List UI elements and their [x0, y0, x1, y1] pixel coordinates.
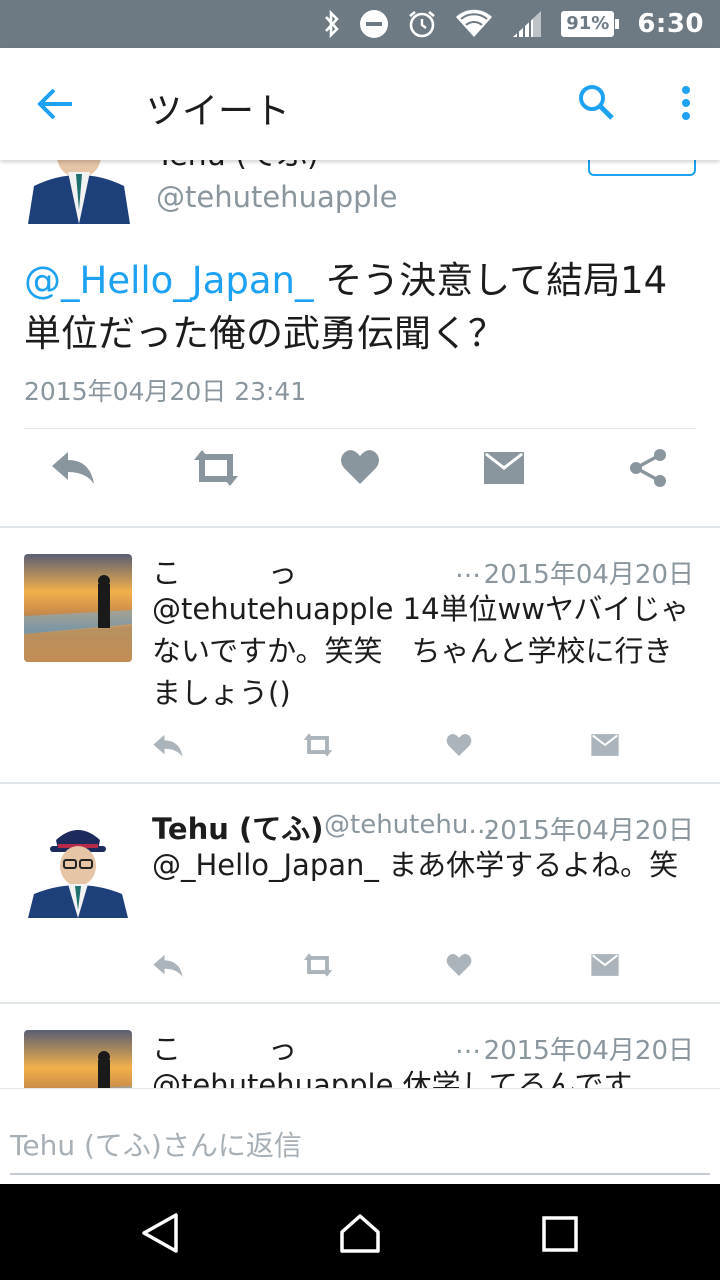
reply-date: 2015年04月20日 [483, 816, 694, 846]
app-bar: ツイート [0, 48, 720, 160]
search-icon[interactable] [576, 82, 616, 122]
like-icon[interactable] [446, 952, 472, 982]
reply-input[interactable] [10, 1117, 710, 1175]
main-tweet-name: Tehu (てふ) [156, 160, 319, 174]
follow-button[interactable] [588, 160, 696, 176]
page-title: ツイート [146, 91, 291, 132]
wifi-icon [455, 9, 493, 39]
reply-name: Tehu (てふ) [152, 812, 324, 846]
battery-level: 91% [561, 11, 615, 37]
reply-text: @_Hello_Japan_ まあ休学するよね。笑 [152, 848, 679, 882]
reply-text: @tehutehuapple 14単位wwヤバイじゃないですか。笑笑 ちゃんと学… [152, 592, 690, 710]
message-icon[interactable] [482, 450, 526, 490]
battery-icon: 91% [561, 11, 620, 37]
avatar[interactable] [24, 554, 132, 662]
nav-back-icon[interactable] [140, 1212, 180, 1258]
like-icon[interactable] [446, 732, 472, 762]
back-arrow-icon[interactable] [36, 86, 76, 122]
main-tweet: Tehu (てふ) @tehutehuapple @_Hello_Japan_ … [0, 160, 720, 528]
list-item[interactable]: こ っ … 2015年04月20日 @tehutehuapple 休学してるんで… [0, 1004, 720, 1088]
main-tweet-handle[interactable]: @tehutehuapple [156, 180, 397, 214]
reply-handle: … [455, 1030, 481, 1060]
retweet-icon[interactable] [188, 448, 244, 492]
status-bar: 91% 6:30 [0, 0, 720, 48]
retweet-icon[interactable] [300, 952, 336, 982]
reply-date: 2015年04月20日 [483, 560, 694, 590]
reply-icon[interactable] [50, 448, 96, 492]
avatar[interactable] [24, 160, 134, 224]
reply-name: こ っ [152, 1032, 298, 1066]
like-icon[interactable] [340, 448, 380, 490]
mention-link[interactable]: @_Hello_Japan_ [24, 259, 313, 302]
reply-icon[interactable] [152, 732, 184, 764]
reply-actions [0, 732, 720, 768]
share-icon[interactable] [628, 448, 668, 492]
nav-recents-icon[interactable] [542, 1216, 578, 1256]
more-vert-icon[interactable] [676, 84, 696, 124]
nav-home-icon[interactable] [338, 1212, 382, 1258]
reply-name: こ っ [152, 556, 298, 590]
main-tweet-date: 2015年04月20日 23:41 [24, 377, 307, 406]
reply-icon[interactable] [152, 952, 184, 984]
status-time: 6:30 [637, 9, 704, 39]
message-icon[interactable] [590, 732, 620, 762]
divider [24, 428, 696, 429]
reply-handle: @tehutehu… [324, 810, 495, 840]
avatar[interactable] [24, 810, 132, 918]
main-tweet-actions [0, 448, 720, 508]
do-not-disturb-icon [359, 9, 389, 39]
screen: 91% 6:30 ツイート Tehu (てふ) @tehuteh [0, 0, 720, 1280]
list-item[interactable]: こ っ … 2015年04月20日 @tehutehuapple 14単位wwヤ… [0, 528, 720, 784]
retweet-icon[interactable] [300, 732, 336, 762]
signal-icon [511, 9, 543, 39]
reply-handle: … [455, 554, 481, 584]
alarm-icon [407, 9, 437, 39]
bluetooth-icon [323, 10, 341, 38]
main-tweet-text: @_Hello_Japan_ そう決意して結局14単位だった俺の武勇伝聞く？ [24, 254, 696, 360]
avatar[interactable] [24, 1030, 132, 1088]
reply-bar [0, 1088, 720, 1184]
reply-date: 2015年04月20日 [483, 1036, 694, 1066]
list-item[interactable]: Tehu (てふ) @tehutehu… 2015年04月20日 @_Hello… [0, 784, 720, 1004]
reply-actions [0, 952, 720, 988]
navigation-bar [0, 1184, 720, 1280]
reply-text: @tehutehuapple 休学してるんです [152, 1068, 633, 1088]
message-icon[interactable] [590, 952, 620, 982]
